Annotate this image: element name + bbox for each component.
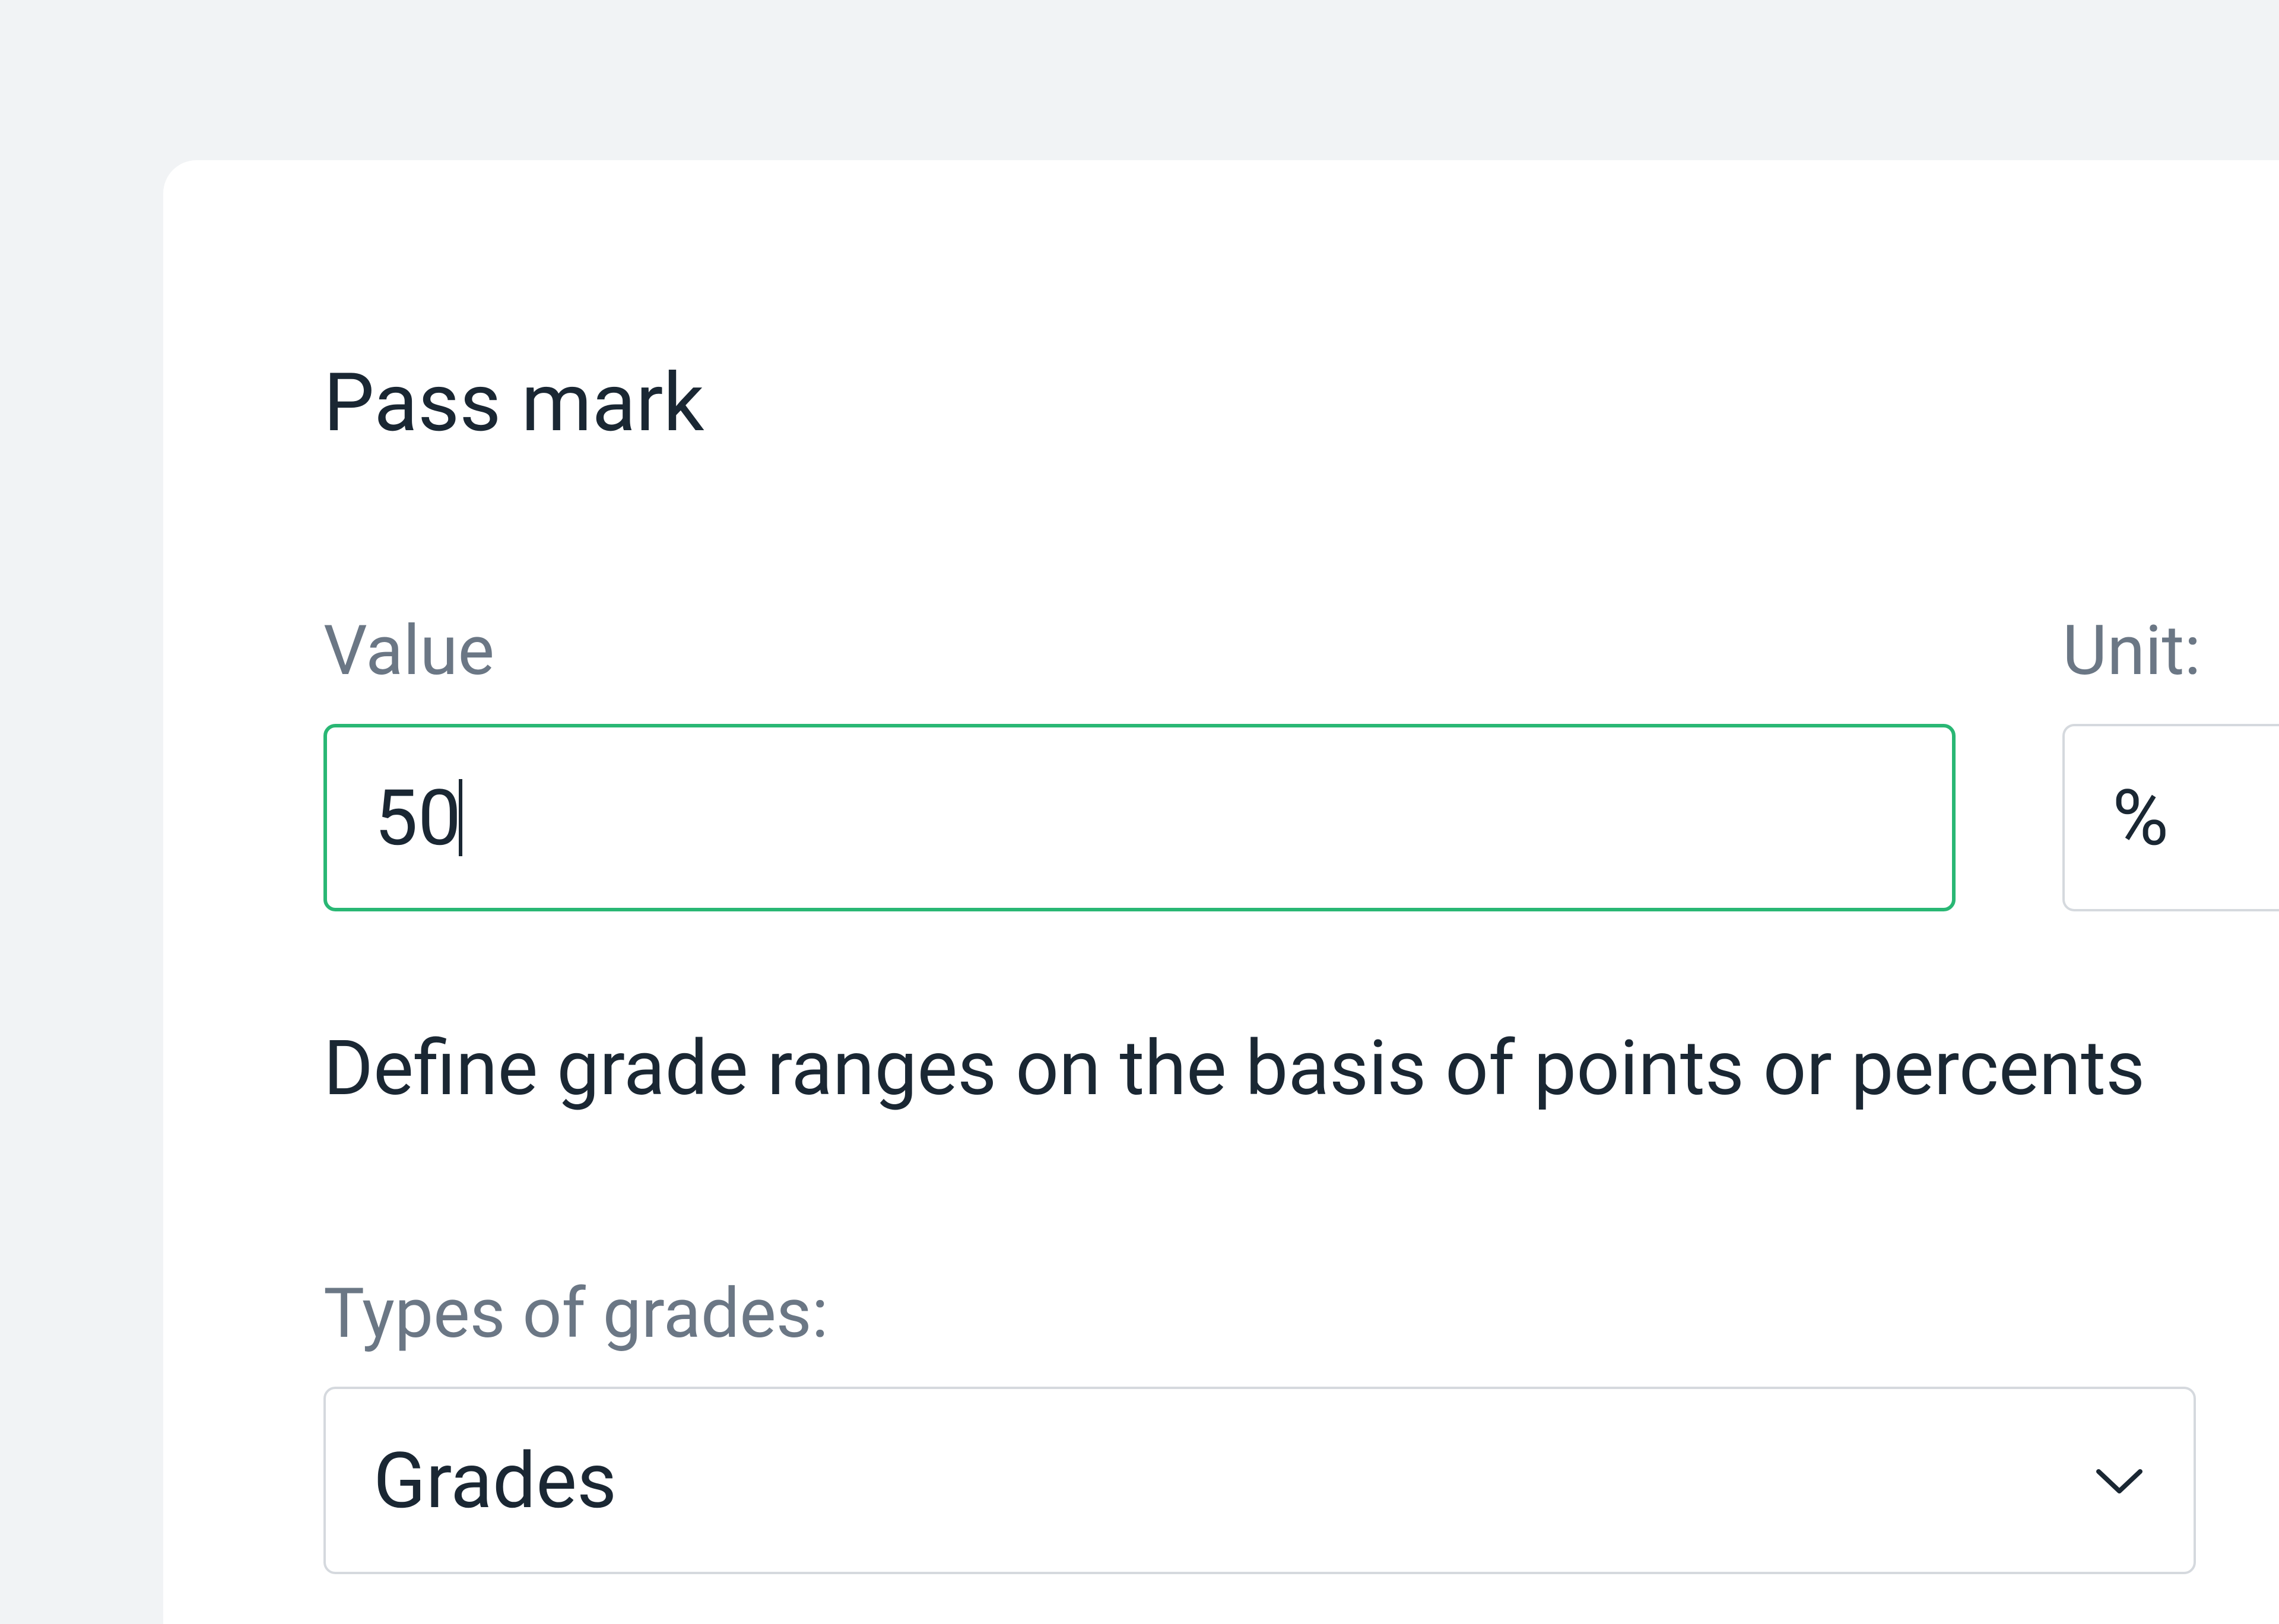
unit-label: Unit: — [2062, 611, 2279, 691]
grade-types-label: Types of grades: — [323, 1273, 2119, 1354]
value-label: Value — [323, 611, 1956, 691]
grade-ranges-description: Define grade ranges on the basis of poin… — [323, 1024, 2119, 1113]
pass-mark-title: Pass mark — [323, 356, 2119, 450]
grade-types-selected: Grades — [373, 1435, 617, 1526]
unit-value: % — [2112, 773, 2169, 863]
value-input[interactable]: 50 — [323, 724, 1956, 911]
text-caret — [459, 779, 462, 856]
grade-types-field-group: Types of grades: Grades — [323, 1273, 2119, 1574]
pass-mark-row: Value 50 Unit: % — [323, 611, 2119, 911]
unit-field-group: Unit: % — [2062, 611, 2279, 911]
value-field-group: Value 50 — [323, 611, 1956, 911]
unit-select[interactable]: % — [2062, 724, 2279, 911]
settings-card: Pass mark Value 50 Unit: % Define grade … — [163, 160, 2279, 1624]
chevron-down-icon — [2093, 1464, 2146, 1497]
grade-types-select[interactable]: Grades — [323, 1387, 2196, 1574]
value-text: 50 — [374, 773, 461, 863]
